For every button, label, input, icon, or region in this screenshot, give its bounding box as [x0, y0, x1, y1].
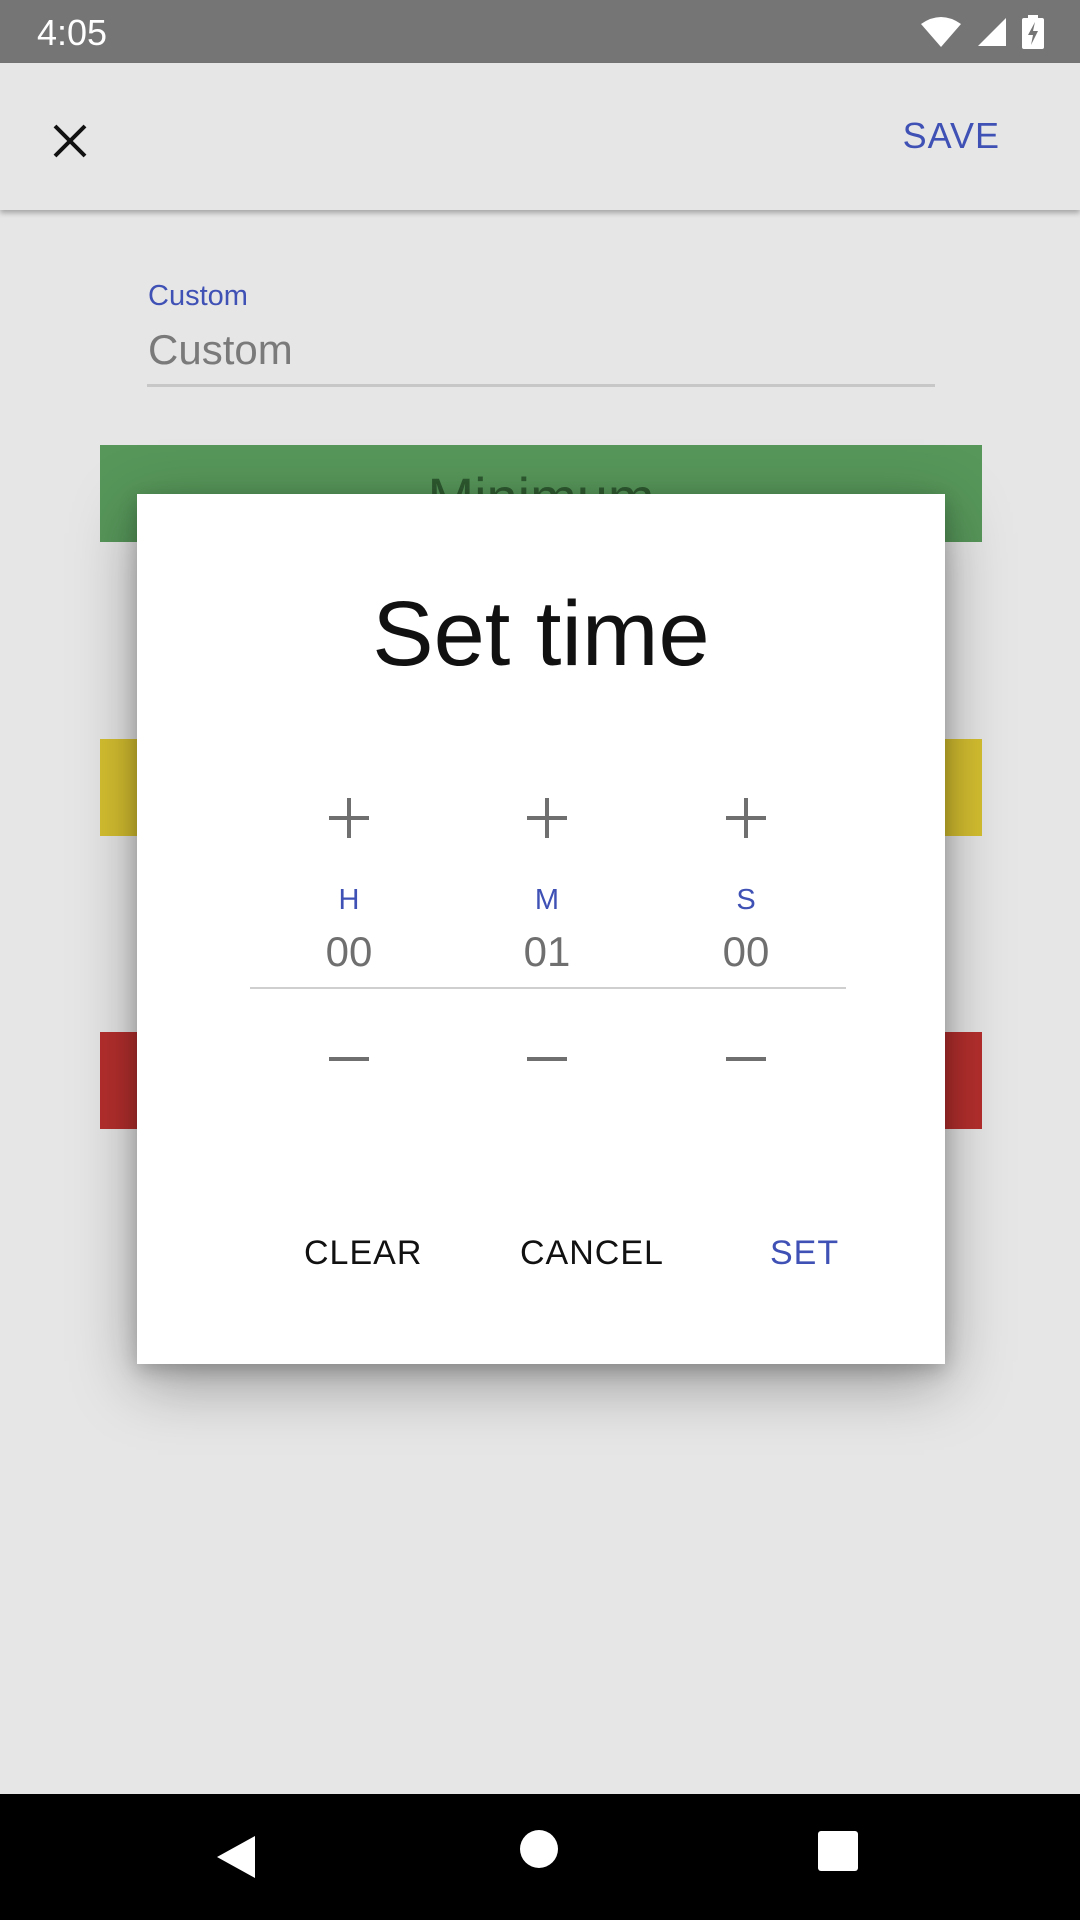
clear-button[interactable]: CLEAR: [304, 1234, 422, 1273]
hours-value[interactable]: 00: [269, 928, 429, 976]
status-icons: [920, 14, 1044, 50]
seconds-decrement-button[interactable]: [666, 1039, 826, 1079]
minutes-increment-button[interactable]: [467, 790, 627, 846]
plus-icon: [329, 798, 369, 838]
back-icon[interactable]: [215, 1834, 257, 1880]
minus-icon: [329, 1057, 369, 1061]
plus-icon: [726, 798, 766, 838]
seconds-increment-button[interactable]: [666, 790, 826, 846]
battery-charging-icon: [1022, 15, 1044, 49]
minutes-label: M: [534, 884, 560, 916]
status-bar: 4:05: [0, 0, 1080, 63]
seconds-value[interactable]: 00: [666, 928, 826, 976]
wifi-icon: [921, 17, 961, 47]
home-icon[interactable]: [520, 1830, 558, 1868]
dialog-title: Set time: [372, 583, 710, 685]
minus-icon: [726, 1057, 766, 1061]
signal-icon: [978, 18, 1006, 46]
seconds-label: S: [736, 884, 756, 916]
navigation-bar: [0, 1794, 1080, 1920]
hours-decrement-button[interactable]: [269, 1039, 429, 1079]
set-time-dialog: Set time H 00 M 01 S 00 CLEAR CANCEL SET: [137, 494, 945, 1364]
minutes-value[interactable]: 01: [467, 928, 627, 976]
status-time: 4:05: [37, 12, 108, 53]
minutes-decrement-button[interactable]: [467, 1039, 627, 1079]
plus-icon: [527, 798, 567, 838]
time-underline: [250, 987, 846, 989]
recent-apps-icon[interactable]: [818, 1831, 858, 1871]
hours-label: H: [338, 884, 360, 916]
set-button[interactable]: SET: [770, 1234, 839, 1273]
hours-increment-button[interactable]: [269, 790, 429, 846]
minus-icon: [527, 1057, 567, 1061]
cancel-button[interactable]: CANCEL: [520, 1234, 664, 1273]
